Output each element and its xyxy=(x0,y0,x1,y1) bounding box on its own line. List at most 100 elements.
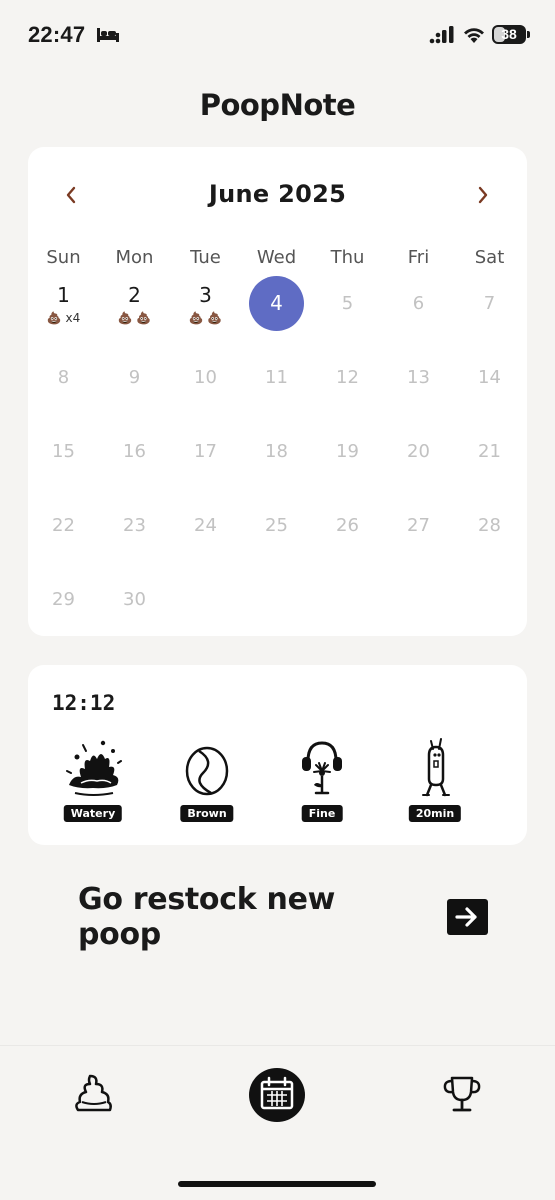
calendar-day-3[interactable]: 3 💩 💩 xyxy=(170,284,241,340)
calendar-day-13[interactable]: 13 xyxy=(383,367,454,423)
day-number: 2 xyxy=(128,283,141,307)
attribute-consistency[interactable]: Watery xyxy=(53,735,133,825)
day-number: 5 xyxy=(341,293,354,314)
status-time: 22:47 xyxy=(28,22,86,47)
day-number: 17 xyxy=(194,441,217,462)
cellular-signal-icon xyxy=(429,26,454,44)
weekday-fri: Fri xyxy=(407,247,430,268)
day-number: 26 xyxy=(336,515,359,536)
calendar-day-20[interactable]: 20 xyxy=(383,441,454,497)
attribute-label: Fine xyxy=(301,805,343,822)
calendar-day-1[interactable]: 1 💩 x4 xyxy=(28,284,99,340)
day-number: 27 xyxy=(407,515,430,536)
calendar-day-18[interactable]: 18 xyxy=(241,441,312,497)
calendar-day-today[interactable]: 4 xyxy=(241,276,312,340)
calendar-day-29[interactable]: 29 xyxy=(28,589,99,645)
day-number: 4 xyxy=(270,291,283,315)
trophy-icon xyxy=(443,1076,481,1112)
poop-icon xyxy=(75,1074,112,1112)
calendar-icon xyxy=(249,1068,305,1122)
next-month-button[interactable] xyxy=(468,180,498,210)
battery-indicator: 38 xyxy=(492,25,526,44)
day-number: 7 xyxy=(483,293,496,314)
day-number: 1 xyxy=(57,283,70,307)
calendar-day-22[interactable]: 22 xyxy=(28,515,99,571)
day-number: 8 xyxy=(57,367,70,388)
day-number: 14 xyxy=(478,367,501,388)
coffee-bean-icon xyxy=(185,746,229,796)
calendar-day-24[interactable]: 24 xyxy=(170,515,241,571)
calendar-day-2[interactable]: 2 💩 💩 xyxy=(99,284,170,340)
app-title: PoopNote xyxy=(199,88,356,122)
calendar-day-19[interactable]: 19 xyxy=(312,441,383,497)
calendar-day-26[interactable]: 26 xyxy=(312,515,383,571)
tab-trophy[interactable] xyxy=(440,1072,484,1116)
day-number: 13 xyxy=(407,367,430,388)
calendar-day-9[interactable]: 9 xyxy=(99,367,170,423)
day-number: 6 xyxy=(412,293,425,314)
standing-figure-icon xyxy=(422,738,450,797)
day-number: 10 xyxy=(194,367,217,388)
battery-cap xyxy=(527,31,530,38)
weekday-sat: Sat xyxy=(474,247,505,268)
day-number: 28 xyxy=(478,515,501,536)
splash-icon xyxy=(66,740,122,796)
calendar-day-12[interactable]: 12 xyxy=(312,367,383,423)
calendar-day-30[interactable]: 30 xyxy=(99,589,170,645)
day-number: 12 xyxy=(336,367,359,388)
attribute-label: 20min xyxy=(408,805,462,822)
day-number: 16 xyxy=(123,441,146,462)
calendar-day-8[interactable]: 8 xyxy=(28,367,99,423)
day-number: 25 xyxy=(265,515,288,536)
calendar-day-15[interactable]: 15 xyxy=(28,441,99,497)
poop-count: 💩 💩 xyxy=(117,311,152,325)
attribute-label: Watery xyxy=(63,805,123,822)
attribute-color[interactable]: Brown xyxy=(167,735,247,825)
weekday-sun: Sun xyxy=(46,247,81,268)
calendar-day-17[interactable]: 17 xyxy=(170,441,241,497)
day-number: 22 xyxy=(52,515,75,536)
attribute-duration[interactable]: 20min xyxy=(395,735,475,825)
day-number: 30 xyxy=(123,589,146,610)
poop-count: 💩 x4 xyxy=(46,311,81,325)
day-number: 15 xyxy=(52,441,75,462)
weekday-tue: Tue xyxy=(190,247,221,268)
day-number: 23 xyxy=(123,515,146,536)
weekday-wed: Wed xyxy=(256,247,297,268)
day-number: 18 xyxy=(265,441,288,462)
home-indicator xyxy=(178,1181,376,1187)
arrow-right-icon xyxy=(446,899,488,935)
entry-time: 12:12 xyxy=(52,691,116,715)
restock-poop-label: Go restock new poop xyxy=(78,882,336,952)
day-number: 24 xyxy=(194,515,217,536)
day-number: 21 xyxy=(478,441,501,462)
day-number: 11 xyxy=(265,367,288,388)
calendar-day-25[interactable]: 25 xyxy=(241,515,312,571)
calendar-day-28[interactable]: 28 xyxy=(454,515,525,571)
calendar-day-10[interactable]: 10 xyxy=(170,367,241,423)
status-bar: 22:47 38 xyxy=(0,0,555,70)
attribute-feeling[interactable]: Fine xyxy=(282,735,362,825)
calendar-day-27[interactable]: 27 xyxy=(383,515,454,571)
calendar-day-6[interactable]: 6 xyxy=(383,293,454,349)
calendar-day-5[interactable]: 5 xyxy=(312,293,383,349)
calendar-day-23[interactable]: 23 xyxy=(99,515,170,571)
attribute-label: Brown xyxy=(180,805,234,822)
calendar-day-21[interactable]: 21 xyxy=(454,441,525,497)
calendar-day-11[interactable]: 11 xyxy=(241,367,312,423)
day-number: 19 xyxy=(336,441,359,462)
poop-count: 💩 💩 xyxy=(188,311,223,325)
battery-level: 38 xyxy=(501,26,517,42)
day-number: 3 xyxy=(199,283,212,307)
chevron-right-icon xyxy=(478,186,488,204)
tab-calendar[interactable] xyxy=(248,1067,306,1123)
restock-poop-button[interactable]: Go restock new poop xyxy=(78,882,488,952)
tab-poop[interactable] xyxy=(70,1070,116,1116)
calendar-day-7[interactable]: 7 xyxy=(454,293,525,349)
weekday-thu: Thu xyxy=(330,247,365,268)
calendar-day-14[interactable]: 14 xyxy=(454,367,525,423)
day-number: 20 xyxy=(407,441,430,462)
day-number: 9 xyxy=(128,367,141,388)
calendar-day-16[interactable]: 16 xyxy=(99,441,170,497)
wifi-icon xyxy=(464,28,484,43)
